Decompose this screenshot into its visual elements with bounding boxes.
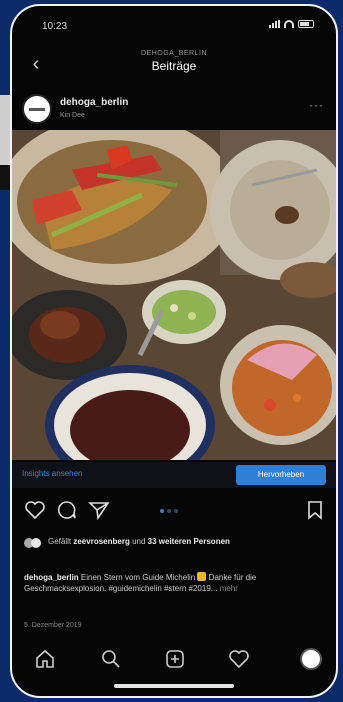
liker-avatar	[31, 538, 41, 548]
promote-button[interactable]: Hervorheben	[236, 465, 326, 485]
ellipsis-icon[interactable]: ···	[309, 98, 324, 112]
phone-frame: 10:23 ‹ DEHOGA_BERLIN Beiträge dehoga_be…	[10, 4, 338, 698]
search-icon[interactable]	[100, 648, 122, 670]
tab-bar	[12, 642, 336, 682]
likes-user[interactable]: zeevrosenberg	[73, 537, 129, 546]
nav-bar: ‹ DEHOGA_BERLIN Beiträge	[12, 46, 336, 86]
post-username[interactable]: dehoga_berlin	[60, 97, 128, 108]
battery-icon	[298, 20, 314, 28]
screen: 10:23 ‹ DEHOGA_BERLIN Beiträge dehoga_be…	[12, 6, 336, 696]
new-post-icon[interactable]	[164, 648, 186, 670]
post-actions	[12, 500, 336, 524]
nav-account: DEHOGA_BERLIN	[140, 50, 208, 57]
heart-icon[interactable]	[24, 500, 46, 520]
post-image[interactable]	[12, 130, 336, 460]
profile-avatar-tab[interactable]	[300, 648, 322, 670]
home-icon[interactable]	[34, 648, 56, 670]
likes-line[interactable]: Gefällt zeevrosenberg und 33 weiteren Pe…	[24, 536, 324, 548]
comment-icon[interactable]	[56, 500, 78, 520]
status-time: 10:23	[42, 21, 68, 32]
activity-heart-icon[interactable]	[228, 648, 250, 670]
bookmark-icon[interactable]	[306, 500, 324, 520]
chevron-left-icon[interactable]: ‹	[26, 52, 46, 76]
likes-others[interactable]: 33 weiteren Personen	[148, 537, 230, 546]
status-bar: 10:23	[12, 18, 336, 34]
caption-text-1: Einen Stern vom Guide Michelin	[80, 573, 196, 582]
post-caption: dehoga_berlin Einen Stern vom Guide Mich…	[24, 572, 324, 594]
home-indicator[interactable]	[114, 684, 234, 688]
insights-link[interactable]: Insights ansehen	[22, 469, 83, 478]
share-icon[interactable]	[88, 500, 110, 520]
avatar[interactable]	[22, 94, 52, 124]
insights-bar: Insights ansehen Hervorheben	[12, 462, 336, 488]
post-location[interactable]: Kin Dee	[60, 112, 85, 119]
signal-icon	[269, 20, 280, 28]
caption-username[interactable]: dehoga_berlin	[24, 573, 79, 582]
caption-more-link[interactable]: mehr	[220, 584, 238, 593]
post-date: 5. Dezember 2019	[24, 622, 82, 629]
likes-prefix: Gefällt	[48, 537, 72, 546]
food-collage-image	[12, 130, 336, 460]
carousel-dots	[160, 509, 178, 513]
post-header: dehoga_berlin Kin Dee ···	[12, 94, 336, 128]
likes-middle: und	[132, 537, 146, 546]
wifi-icon	[284, 20, 294, 28]
status-icons	[269, 20, 314, 28]
page-title: Beiträge	[151, 59, 197, 73]
emoji-icon	[197, 572, 207, 581]
